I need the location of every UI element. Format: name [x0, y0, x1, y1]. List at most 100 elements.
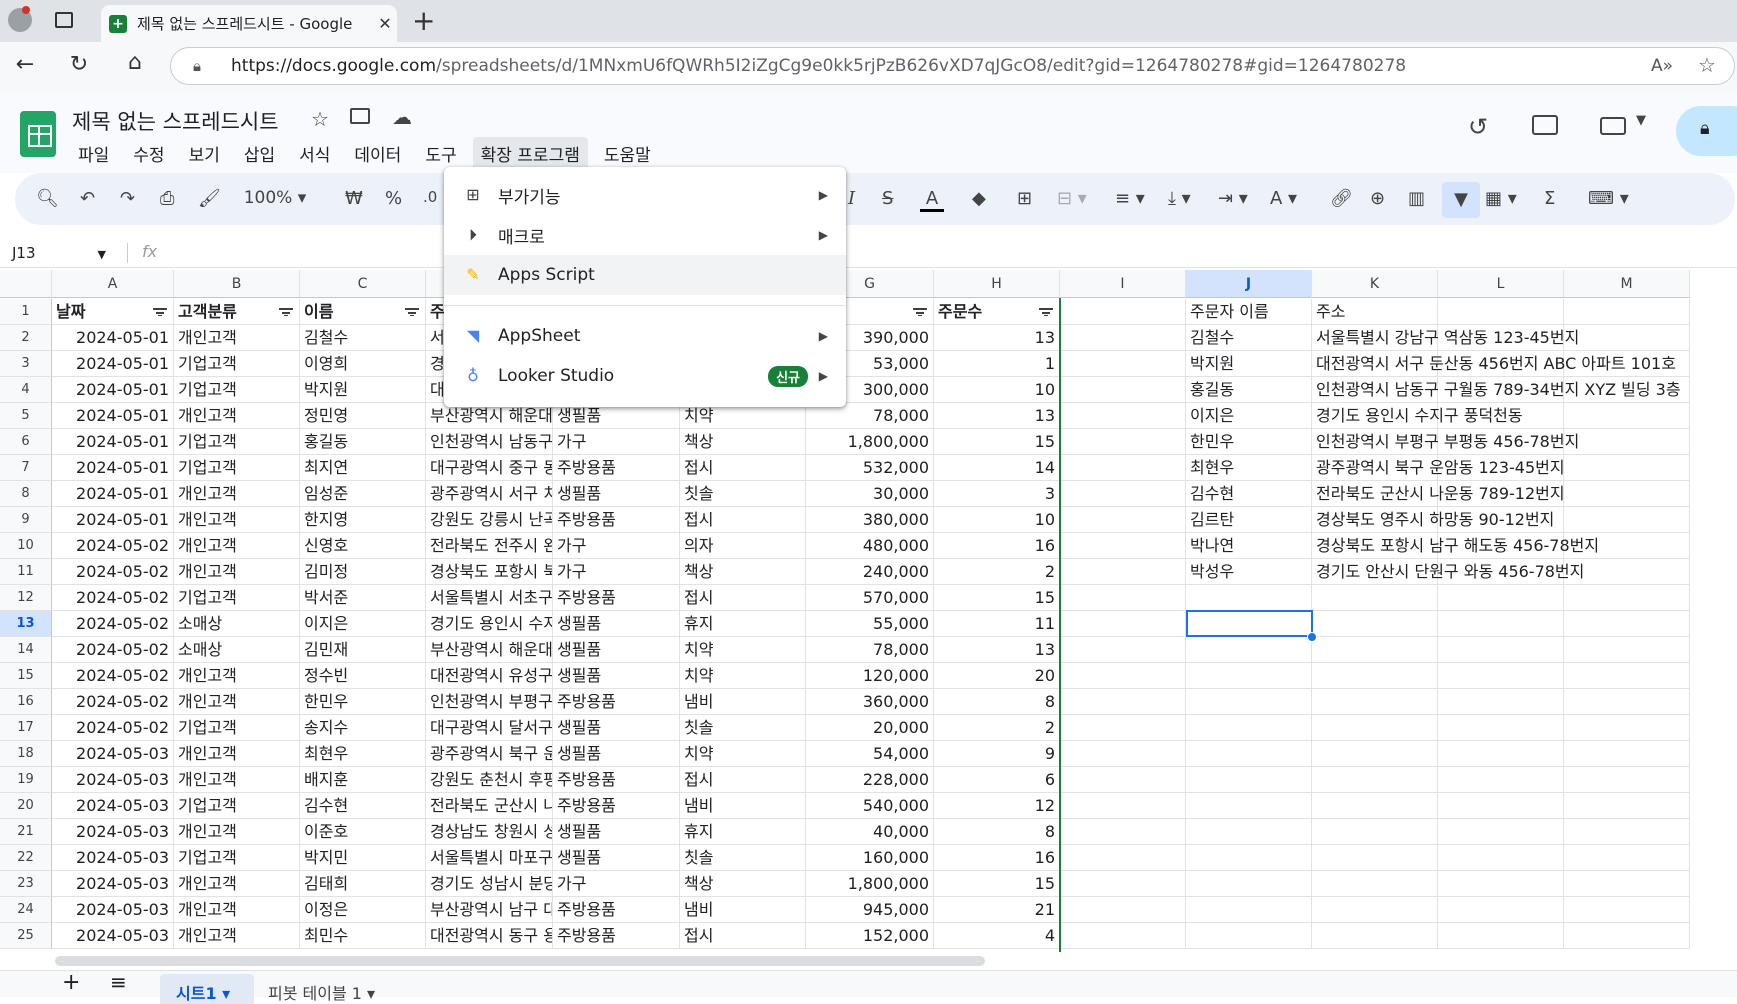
data-cell[interactable]: 기업고객	[174, 351, 300, 377]
data-cell[interactable]: 2024-05-02	[52, 611, 174, 637]
data-cell[interactable]: 신영호	[300, 533, 426, 559]
row-header[interactable]: 25	[0, 923, 52, 949]
column-header-c[interactable]: C	[300, 270, 426, 298]
cell[interactable]	[1564, 923, 1690, 949]
data-cell[interactable]: 생필품	[553, 819, 680, 845]
filter-views-icon[interactable]: ▦ ▾	[1485, 188, 1517, 209]
data-cell[interactable]: 개인고객	[174, 325, 300, 351]
data-cell[interactable]: 주방용품	[553, 455, 680, 481]
data-cell[interactable]: 김미정	[300, 559, 426, 585]
data-cell[interactable]: 13	[934, 325, 1060, 351]
data-cell[interactable]: 접시	[680, 585, 806, 611]
cell[interactable]	[1564, 689, 1690, 715]
row-header[interactable]: 9	[0, 507, 52, 533]
data-cell[interactable]: 치약	[680, 741, 806, 767]
data-cell[interactable]: 2024-05-01	[52, 429, 174, 455]
data-cell[interactable]: 경상남도 창원시 성	[426, 819, 553, 845]
data-cell[interactable]: 10	[934, 507, 1060, 533]
cell[interactable]	[1060, 507, 1186, 533]
data-cell[interactable]: 1,800,000	[806, 429, 934, 455]
data-cell[interactable]: 소매상	[174, 637, 300, 663]
data-cell[interactable]: 생필품	[553, 741, 680, 767]
data-cell[interactable]: 6	[934, 767, 1060, 793]
cell[interactable]	[1060, 741, 1186, 767]
address-cell[interactable]: 인천광역시 남동구 구월동 789-34번지 XYZ 빌딩 3층	[1312, 377, 1681, 403]
menu-edit[interactable]: 수정	[125, 137, 172, 170]
data-cell[interactable]: 3	[934, 481, 1060, 507]
data-cell[interactable]: 이정은	[300, 897, 426, 923]
menu-insert[interactable]: 삽입	[236, 137, 283, 170]
cell[interactable]	[1564, 585, 1690, 611]
cell[interactable]	[1564, 663, 1690, 689]
cell[interactable]	[1564, 299, 1690, 325]
address-cell[interactable]: 경기도 용인시 수지구 풍덕천동	[1312, 403, 1523, 429]
cell[interactable]	[1312, 715, 1438, 741]
cell[interactable]	[1438, 663, 1564, 689]
data-cell[interactable]: 정수빈	[300, 663, 426, 689]
star-icon[interactable]: ☆	[311, 107, 329, 131]
menu-view[interactable]: 보기	[181, 137, 228, 170]
row-header[interactable]: 6	[0, 429, 52, 455]
cell[interactable]	[1564, 871, 1690, 897]
cell[interactable]	[1060, 793, 1186, 819]
data-cell[interactable]: 2024-05-03	[52, 793, 174, 819]
data-cell[interactable]: 가구	[553, 533, 680, 559]
data-cell[interactable]: 휴지	[680, 819, 806, 845]
data-cell[interactable]: 2024-05-01	[52, 351, 174, 377]
data-cell[interactable]: 기업고객	[174, 377, 300, 403]
cell[interactable]	[1312, 767, 1438, 793]
header-cell[interactable]: 주문수	[934, 299, 1060, 325]
data-cell[interactable]: 기업고객	[174, 793, 300, 819]
data-cell[interactable]: 개인고객	[174, 403, 300, 429]
address-cell[interactable]: 인천광역시 부평구 부평동 456-78번지	[1312, 429, 1579, 455]
cell[interactable]	[1060, 611, 1186, 637]
decrease-decimal-button[interactable]: .0	[423, 188, 437, 206]
row-header[interactable]: 3	[0, 351, 52, 377]
cell[interactable]	[1312, 871, 1438, 897]
data-cell[interactable]: 최지연	[300, 455, 426, 481]
data-cell[interactable]: 2024-05-02	[52, 559, 174, 585]
name-cell[interactable]: 한민우	[1186, 429, 1312, 455]
cell[interactable]	[1438, 715, 1564, 741]
menu-data[interactable]: 데이터	[346, 137, 409, 170]
row-header[interactable]: 21	[0, 819, 52, 845]
data-cell[interactable]: 4	[934, 923, 1060, 949]
data-cell[interactable]: 인천광역시 부평구	[426, 689, 553, 715]
data-cell[interactable]: 2024-05-02	[52, 663, 174, 689]
active-browser-tab[interactable]: + 제목 없는 스프레드시트 - Google ✕	[101, 5, 397, 42]
data-cell[interactable]: 대전광역시 동구 용	[426, 923, 553, 949]
column-header-l[interactable]: L	[1438, 270, 1564, 298]
read-aloud-icon[interactable]: A»	[1651, 48, 1673, 84]
cell[interactable]	[1312, 793, 1438, 819]
home-icon[interactable]: ⌂	[120, 50, 150, 75]
data-cell[interactable]: 강원도 춘천시 후평	[426, 767, 553, 793]
data-cell[interactable]: 주방용품	[553, 585, 680, 611]
row-header[interactable]: 23	[0, 871, 52, 897]
version-history-icon[interactable]: ↺	[1468, 113, 1488, 141]
cell[interactable]	[1438, 689, 1564, 715]
cell[interactable]	[1438, 897, 1564, 923]
data-cell[interactable]: 기업고객	[174, 715, 300, 741]
data-cell[interactable]: 2024-05-02	[52, 533, 174, 559]
insert-comment-icon[interactable]: ⊕	[1370, 188, 1385, 209]
data-cell[interactable]: 20,000	[806, 715, 934, 741]
reload-icon[interactable]: ↻	[64, 52, 94, 77]
data-cell[interactable]: 기업고객	[174, 455, 300, 481]
data-cell[interactable]: 냄비	[680, 793, 806, 819]
row-header[interactable]: 7	[0, 455, 52, 481]
data-cell[interactable]: 이준호	[300, 819, 426, 845]
column-header-a[interactable]: A	[52, 270, 174, 298]
cell[interactable]	[1186, 663, 1312, 689]
cell[interactable]	[1060, 845, 1186, 871]
row-header[interactable]: 20	[0, 793, 52, 819]
data-cell[interactable]: 16	[934, 845, 1060, 871]
undo-icon[interactable]: ↶	[80, 188, 95, 209]
meet-icon[interactable]	[1600, 117, 1626, 135]
cell[interactable]	[1186, 585, 1312, 611]
data-cell[interactable]: 2024-05-01	[52, 481, 174, 507]
insert-link-icon[interactable]: 🔗︎	[1330, 188, 1353, 209]
cell[interactable]	[1312, 819, 1438, 845]
cell[interactable]	[1312, 637, 1438, 663]
header-cell[interactable]: 고객분류	[174, 299, 300, 325]
address-cell[interactable]: 대전광역시 서구 둔산동 456번지 ABC 아파트 101호	[1312, 351, 1676, 377]
